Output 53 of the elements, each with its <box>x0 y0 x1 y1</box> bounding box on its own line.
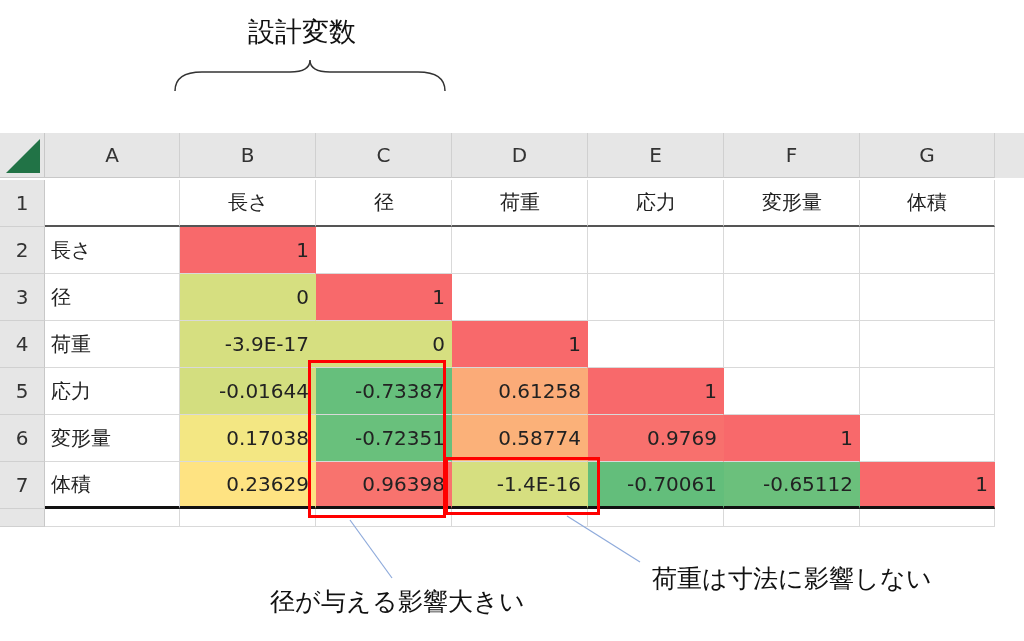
row-header[interactable]: 5 <box>0 368 45 415</box>
table-cell: 応力 <box>45 368 180 415</box>
row-header[interactable]: 3 <box>0 274 45 321</box>
table-cell: 径 <box>316 180 452 227</box>
table-cell: 0 <box>316 321 452 368</box>
table-cell: -0.65112 <box>724 462 860 509</box>
table-cell: 荷重 <box>452 180 588 227</box>
table-cell: 1 <box>316 274 452 321</box>
table-cell: 荷重 <box>45 321 180 368</box>
table-cell: 体積 <box>45 462 180 509</box>
title: 設計変数 <box>248 15 356 49</box>
table-cell: 長さ <box>180 180 316 227</box>
column-header[interactable]: A <box>45 133 180 178</box>
table-cell: -1.4E-16 <box>452 462 588 509</box>
table-cell: -3.9E-17 <box>180 321 316 368</box>
table-cell: -0.70061 <box>588 462 724 509</box>
table-cell: 径 <box>45 274 180 321</box>
table-cell: 変形量 <box>45 415 180 462</box>
table-cell: -0.72351 <box>316 415 452 462</box>
table-cell: -0.73387 <box>316 368 452 415</box>
column-header[interactable]: D <box>452 133 588 178</box>
row-header[interactable]: 4 <box>0 321 45 368</box>
table-cell: 0.96398 <box>316 462 452 509</box>
table-cell: 変形量 <box>724 180 860 227</box>
table-cell: -0.01644 <box>180 368 316 415</box>
table-cell: 0.23629 <box>180 462 316 509</box>
column-header[interactable]: F <box>724 133 860 178</box>
table-cell: 応力 <box>588 180 724 227</box>
table-cell: 長さ <box>45 227 180 274</box>
corner-triangle-icon[interactable] <box>6 139 40 173</box>
row-header[interactable]: 2 <box>0 227 45 274</box>
leader-line <box>349 519 393 579</box>
row-header[interactable]: 6 <box>0 415 45 462</box>
table-cell: 0.17038 <box>180 415 316 462</box>
table-cell: 体積 <box>860 180 995 227</box>
table-cell: 0.9769 <box>588 415 724 462</box>
column-header[interactable]: G <box>860 133 995 178</box>
column-header[interactable]: B <box>180 133 316 178</box>
column-header[interactable]: E <box>588 133 724 178</box>
table-cell: 1 <box>180 227 316 274</box>
table-cell: 1 <box>724 415 860 462</box>
column-header[interactable]: C <box>316 133 452 178</box>
callout-text: 荷重は寸法に影響しない <box>652 563 932 595</box>
table-cell: 1 <box>452 321 588 368</box>
row-header[interactable]: 7 <box>0 462 45 509</box>
table-cell: 0.58774 <box>452 415 588 462</box>
row-header[interactable]: 1 <box>0 180 45 227</box>
header-background <box>995 133 1024 178</box>
callout-text: 径が与える影響大きい <box>270 586 525 618</box>
table-cell: 1 <box>860 462 995 509</box>
table-cell: 1 <box>588 368 724 415</box>
table-cell: 0.61258 <box>452 368 588 415</box>
table-cell: 0 <box>180 274 316 321</box>
